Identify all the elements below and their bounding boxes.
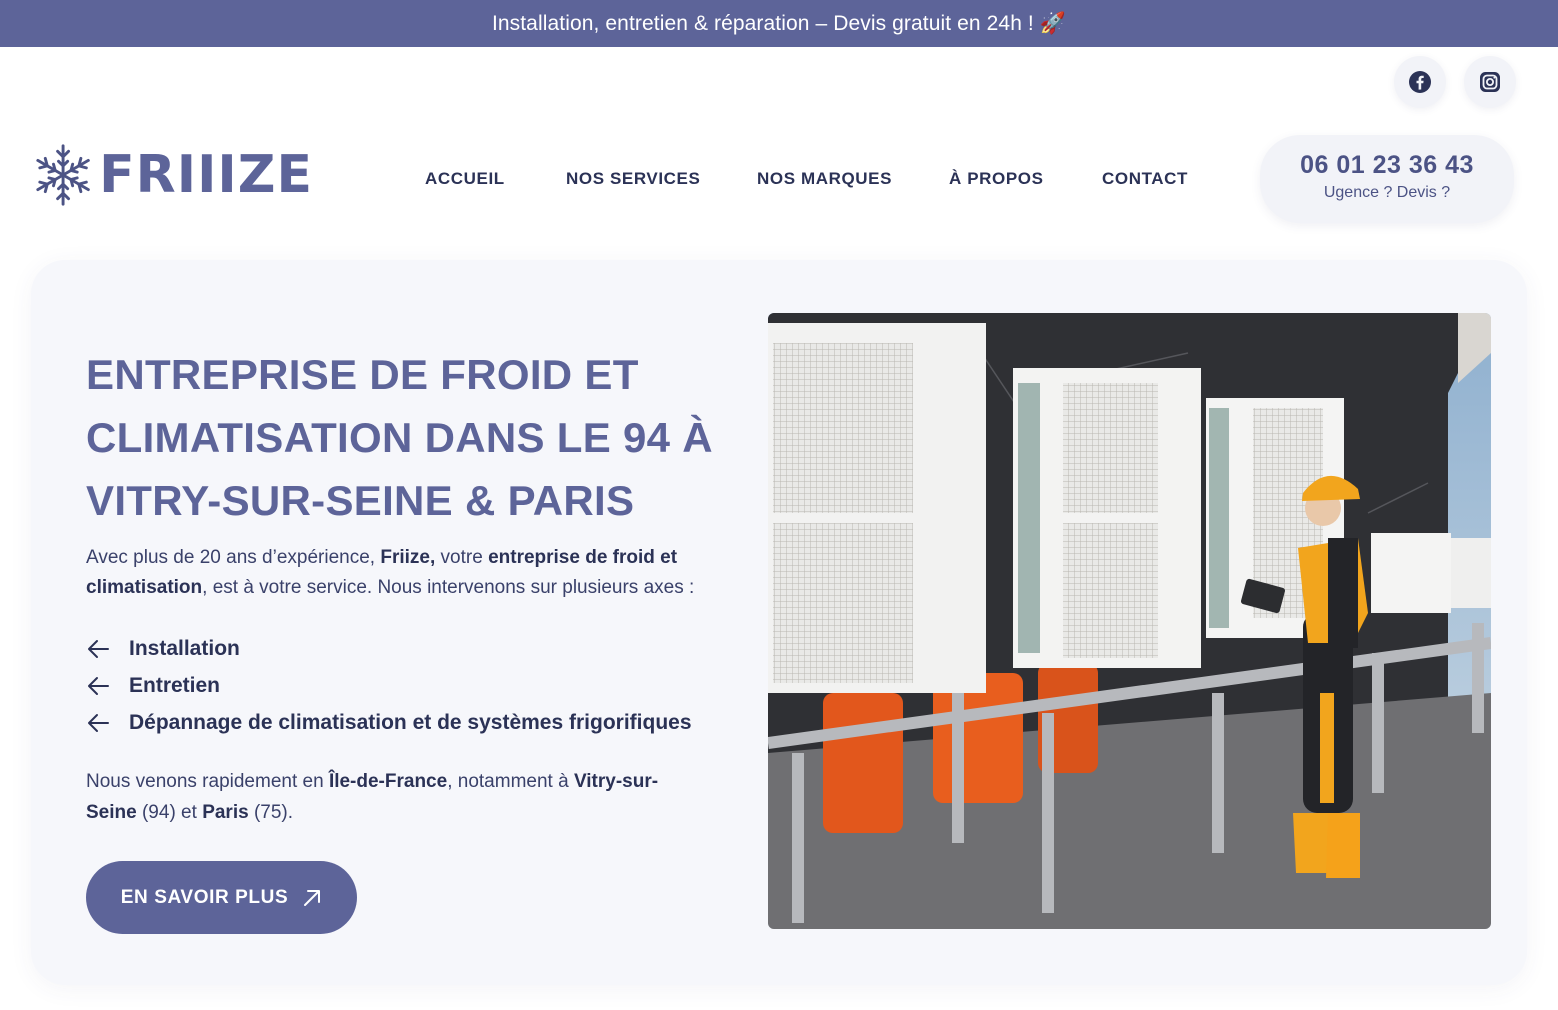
learn-more-button[interactable]: EN SAVOIR PLUS	[86, 861, 357, 934]
announcement-text: Installation, entretien & réparation – D…	[491, 11, 1067, 35]
announcement-bar: Installation, entretien & réparation – D…	[0, 0, 1558, 47]
intro-text-2: votre	[435, 547, 489, 568]
learn-more-label: EN SAVOIR PLUS	[120, 886, 289, 908]
arrow-left-icon	[86, 639, 129, 659]
arrow-up-right-icon	[304, 889, 321, 906]
outro-bold-1: Île-de-France	[328, 771, 448, 792]
facebook-button[interactable]	[1394, 56, 1446, 108]
hero-title: ENTREPRISE DE FROID ET CLIMATISATION DAN…	[86, 351, 713, 524]
outro-text-4: (75).	[248, 802, 294, 823]
nav-nos-marques[interactable]: NOS MARQUES	[757, 169, 892, 193]
instagram-icon	[1480, 72, 1500, 92]
hero-outro: Nous venons rapidement en Île-de-France,…	[86, 766, 706, 828]
intro-text-3: , est à votre service. Nous intervenons …	[202, 577, 695, 598]
logo-wordmark: FRIIIZE	[99, 145, 313, 205]
snowflake-icon	[36, 144, 90, 206]
hero-image	[768, 313, 1491, 929]
list-item-label: Dépannage de climatisation et de système…	[129, 710, 692, 734]
nav-nos-services[interactable]: NOS SERVICES	[566, 169, 700, 193]
nav-a-propos[interactable]: À PROPOS	[949, 169, 1044, 193]
instagram-button[interactable]	[1464, 56, 1516, 108]
outro-bold-3: Paris	[202, 802, 249, 823]
arrow-left-icon	[86, 713, 129, 733]
list-item: Dépannage de climatisation et de système…	[86, 704, 726, 741]
nav-accueil[interactable]: ACCUEIL	[425, 169, 505, 193]
list-item: Entretien	[86, 667, 726, 704]
site-logo[interactable]: FRIIIZE	[33, 140, 313, 210]
phone-number: 06 01 23 36 43	[1300, 151, 1474, 179]
outro-text-1: Nous venons rapidement en	[86, 771, 329, 792]
arrow-left-icon	[86, 676, 129, 696]
service-list: Installation Entretien Dépannage de clim…	[86, 630, 726, 741]
list-item-label: Installation	[129, 636, 240, 660]
intro-text-1: Avec plus de 20 ans d’expérience,	[86, 547, 381, 568]
nav-contact[interactable]: CONTACT	[1102, 169, 1188, 193]
phone-subtitle: Ugence ? Devis ?	[1323, 184, 1451, 201]
facebook-icon	[1409, 71, 1431, 93]
outro-text-2: , notamment à	[447, 771, 574, 792]
outro-text-3: (94) et	[136, 802, 203, 823]
list-item: Installation	[86, 630, 726, 667]
intro-bold-1: Friize,	[380, 547, 436, 568]
phone-cta[interactable]: 06 01 23 36 43 Ugence ? Devis ?	[1260, 135, 1514, 223]
hero-intro: Avec plus de 20 ans d’expérience, Friize…	[86, 543, 706, 603]
list-item-label: Entretien	[129, 673, 221, 697]
